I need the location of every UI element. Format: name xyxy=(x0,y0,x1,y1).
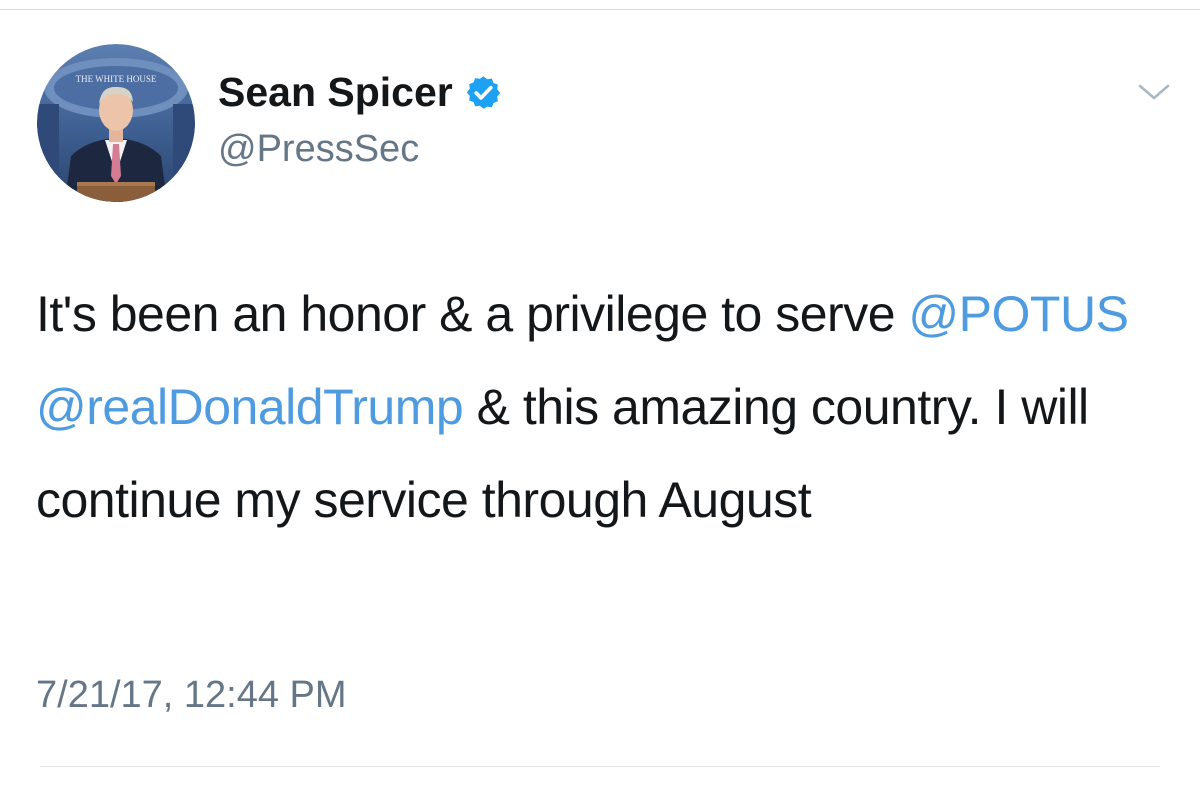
mention-link-potus[interactable]: @POTUS xyxy=(908,286,1129,342)
author-display-name[interactable]: Sean Spicer xyxy=(218,68,453,116)
avatar-backdrop-text: THE WHITE HOUSE xyxy=(76,74,157,84)
author-name-row[interactable]: Sean Spicer xyxy=(218,68,502,116)
tweet-text: It's been an honor & a privilege to serv… xyxy=(36,268,1176,547)
top-divider xyxy=(0,9,1200,10)
chevron-down-icon[interactable] xyxy=(1136,80,1172,104)
verified-badge-icon xyxy=(466,75,500,109)
tweet-text-segment: It's been an honor & a privilege to serv… xyxy=(36,286,909,342)
mention-link-realdonaldtrump[interactable]: @realDonaldTrump xyxy=(36,379,464,435)
profile-photo: THE WHITE HOUSE xyxy=(37,44,195,202)
bottom-divider xyxy=(40,766,1160,767)
author-handle[interactable]: @PressSec xyxy=(218,126,419,172)
avatar[interactable]: THE WHITE HOUSE xyxy=(37,44,195,202)
tweet-timestamp[interactable]: 7/21/17, 12:44 PM xyxy=(36,672,347,718)
